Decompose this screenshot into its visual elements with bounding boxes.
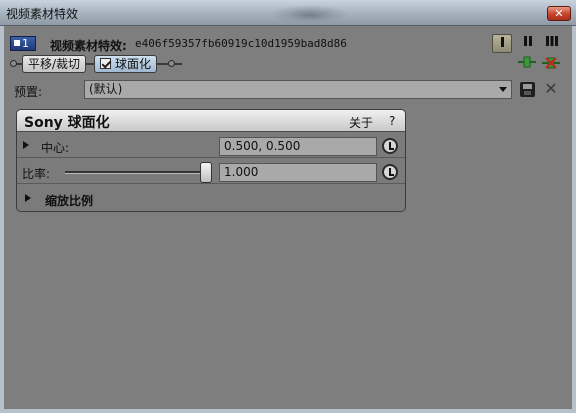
plugin-chain: 平移/裁切 球面化 bbox=[10, 55, 510, 73]
chain-item-label: 球面化 bbox=[115, 57, 152, 71]
close-button[interactable]: ✕ bbox=[547, 6, 571, 21]
preset-value: (默认) bbox=[89, 82, 123, 96]
delete-preset-icon[interactable]: ✕ bbox=[543, 80, 559, 98]
save-preset-icon[interactable] bbox=[520, 82, 535, 97]
param-label-center: 中心: bbox=[41, 141, 70, 155]
chain-item-spherize[interactable]: 球面化 bbox=[94, 55, 158, 73]
single-column-icon[interactable] bbox=[492, 34, 512, 53]
param-row-ratio: 比率: 1.000 bbox=[17, 160, 405, 184]
track-number: 1 bbox=[22, 37, 29, 50]
plugin-panel: Sony 球面化 关于 ? 中心: 0.500, 0.500 比率: 1.000… bbox=[16, 109, 406, 212]
track-badge: 1 bbox=[10, 36, 36, 51]
fx-header: 1 视频素材特效: e406f59357fb60919c10d1959bad8d… bbox=[10, 34, 566, 54]
keyframe-clock-icon[interactable] bbox=[382, 138, 398, 154]
window-title: 视频素材特效 bbox=[6, 7, 79, 21]
preset-dropdown[interactable]: (默认) bbox=[84, 80, 512, 99]
fx-title: 视频素材特效: bbox=[50, 39, 127, 53]
titlebar-background-image bbox=[260, 0, 360, 25]
param-row-center: 中心: 0.500, 0.500 bbox=[17, 134, 405, 158]
expand-center-icon[interactable] bbox=[23, 141, 29, 149]
section-label: 缩放比例 bbox=[45, 194, 94, 208]
ratio-slider-track[interactable] bbox=[65, 171, 207, 174]
double-column-icon[interactable] bbox=[518, 34, 538, 53]
expand-section-icon[interactable] bbox=[25, 194, 31, 202]
ratio-slider-thumb[interactable] bbox=[200, 162, 212, 183]
center-value-field[interactable]: 0.500, 0.500 bbox=[219, 137, 377, 156]
plugin-title: Sony 球面化 bbox=[24, 115, 110, 131]
title-bar: 视频素材特效 ✕ bbox=[0, 0, 576, 26]
ratio-value-field[interactable]: 1.000 bbox=[219, 163, 377, 182]
chain-end-node bbox=[168, 60, 175, 67]
plugin-header: Sony 球面化 关于 ? bbox=[17, 110, 405, 132]
preset-label: 预置: bbox=[14, 85, 43, 99]
keyframe-clock-icon[interactable] bbox=[382, 164, 398, 180]
chain-start-node bbox=[10, 60, 17, 67]
chain-item-label: 平移/裁切 bbox=[28, 57, 81, 71]
section-scale[interactable]: 缩放比例 bbox=[17, 186, 405, 210]
help-button[interactable]: ? bbox=[389, 114, 395, 128]
enable-checkbox[interactable] bbox=[100, 58, 111, 69]
about-button[interactable]: 关于 bbox=[349, 114, 373, 131]
plugin-chain-remove-icon[interactable] bbox=[541, 56, 561, 72]
triple-column-icon[interactable] bbox=[542, 34, 562, 53]
param-label-ratio: 比率: bbox=[22, 167, 51, 181]
fx-id: e406f59357fb60919c10d1959bad8d86 bbox=[135, 37, 347, 50]
chain-item-pan-crop[interactable]: 平移/裁切 bbox=[22, 55, 87, 73]
plugin-chain-add-icon[interactable] bbox=[517, 56, 537, 72]
chevron-down-icon bbox=[499, 87, 507, 92]
